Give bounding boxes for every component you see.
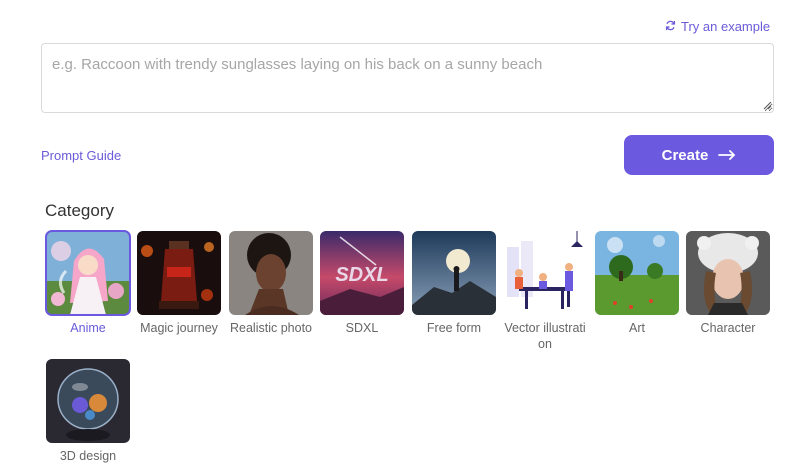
sdxl-thumbnail: SDXL [320, 231, 404, 315]
svg-text:SDXL: SDXL [335, 264, 388, 286]
category-item-realistic-photo[interactable]: Realistic photo [229, 231, 313, 336]
vector-illustration-thumbnail [503, 231, 587, 315]
3d-design-thumbnail [46, 359, 130, 443]
category-item-3d-design[interactable]: 3D design [46, 359, 130, 464]
prompt-guide-link[interactable]: Prompt Guide [41, 148, 121, 163]
try-example-link[interactable]: Try an example [665, 19, 770, 34]
character-thumbnail [686, 231, 770, 315]
category-item-anime[interactable]: Anime [45, 230, 131, 336]
category-item-free-form[interactable]: Free form [412, 231, 496, 336]
image-generator-form: Try an example Prompt Guide Create Categ… [0, 0, 806, 466]
category-item-character[interactable]: Character [686, 231, 770, 336]
create-button-label: Create [661, 146, 709, 164]
anime-thumbnail [45, 230, 131, 316]
realistic-photo-thumbnail [229, 231, 313, 315]
category-item-vector-illustration[interactable]: Vector illustration [503, 231, 587, 352]
create-button[interactable]: Create [624, 135, 774, 175]
resize-handle-icon[interactable] [763, 101, 772, 110]
category-label: Magic journey [140, 321, 218, 335]
category-label: Art [629, 321, 645, 335]
category-label: Free form [426, 321, 482, 335]
category-label: Realistic photo [230, 321, 312, 335]
category-heading: Category [45, 201, 114, 220]
art-thumbnail [595, 231, 679, 315]
category-item-magic-journey[interactable]: Magic journey [137, 231, 221, 336]
prompt-input[interactable] [41, 43, 774, 113]
category-item-art[interactable]: Art [595, 231, 679, 336]
category-label: 3D design [59, 449, 117, 463]
category-label: Anime [70, 321, 106, 335]
arrow-right-icon [718, 147, 736, 164]
category-label: SDXL [345, 321, 379, 335]
magic-journey-thumbnail [137, 231, 221, 315]
category-label: Vector illustration [504, 321, 586, 351]
category-label: Character [700, 321, 756, 335]
free-form-thumbnail [412, 231, 496, 315]
refresh-icon [665, 19, 676, 34]
try-example-label: Try an example [681, 19, 771, 34]
category-item-sdxl[interactable]: SDXL SDXL [320, 231, 404, 336]
